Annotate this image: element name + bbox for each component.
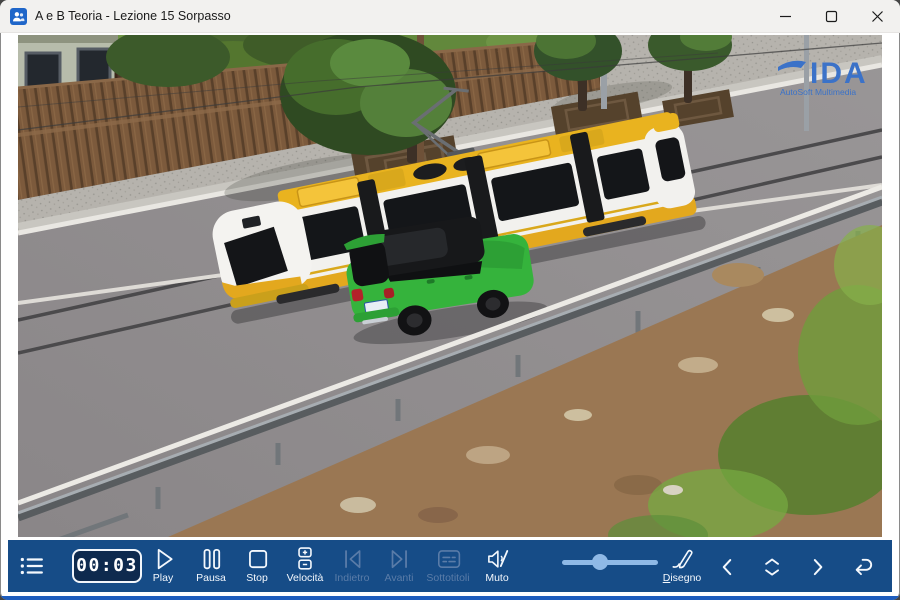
video-area: IDA AutoSoft Multimedia bbox=[18, 35, 882, 537]
people-icon bbox=[10, 8, 27, 25]
volume-slider[interactable] bbox=[562, 552, 658, 572]
chevron-left-icon bbox=[714, 553, 740, 579]
prev-button[interactable] bbox=[714, 553, 742, 579]
logo-text: IDA bbox=[810, 57, 868, 90]
mute-button[interactable]: Muto bbox=[465, 545, 529, 584]
subtitles-icon bbox=[435, 545, 461, 571]
speed-plus-minus-icon bbox=[292, 545, 318, 571]
window-accent-border bbox=[0, 596, 900, 600]
slider-thumb[interactable] bbox=[592, 554, 608, 570]
return-button[interactable] bbox=[848, 553, 876, 579]
next-button[interactable] bbox=[804, 553, 832, 579]
menu-button[interactable] bbox=[18, 553, 46, 579]
skip-forward-icon bbox=[386, 545, 412, 571]
lesson-scene: IDA AutoSoft Multimedia bbox=[18, 35, 882, 537]
skip-back-icon bbox=[339, 545, 365, 571]
minimize-button[interactable] bbox=[762, 0, 808, 32]
stop-icon bbox=[244, 545, 270, 571]
window-controls bbox=[762, 0, 900, 32]
logo-tagline: AutoSoft Multimedia bbox=[780, 87, 856, 97]
minimize-icon bbox=[778, 9, 793, 24]
chevrons-vertical-icon bbox=[758, 553, 784, 579]
player-toolbar: 00:03 Play Pausa Stop bbox=[8, 540, 892, 592]
chevron-right-icon bbox=[804, 553, 830, 579]
window-title: A e B Teoria - Lezione 15 Sorpasso bbox=[35, 9, 231, 23]
app-window: A e B Teoria - Lezione 15 Sorpasso bbox=[0, 0, 900, 600]
mute-speaker-icon bbox=[484, 545, 510, 571]
play-icon bbox=[150, 545, 176, 571]
screen: A e B Teoria - Lezione 15 Sorpasso bbox=[0, 0, 900, 600]
pen-icon bbox=[669, 545, 695, 571]
draw-button[interactable]: Disegno bbox=[650, 545, 714, 584]
close-icon bbox=[870, 9, 885, 24]
scroll-button[interactable] bbox=[758, 553, 786, 579]
return-arrow-icon bbox=[848, 553, 874, 579]
maximize-button[interactable] bbox=[808, 0, 854, 32]
close-button[interactable] bbox=[854, 0, 900, 32]
maximize-icon bbox=[824, 9, 839, 24]
list-menu-icon bbox=[18, 553, 44, 579]
titlebar: A e B Teoria - Lezione 15 Sorpasso bbox=[0, 0, 900, 33]
pause-icon bbox=[198, 545, 224, 571]
slider-track[interactable] bbox=[562, 560, 658, 565]
